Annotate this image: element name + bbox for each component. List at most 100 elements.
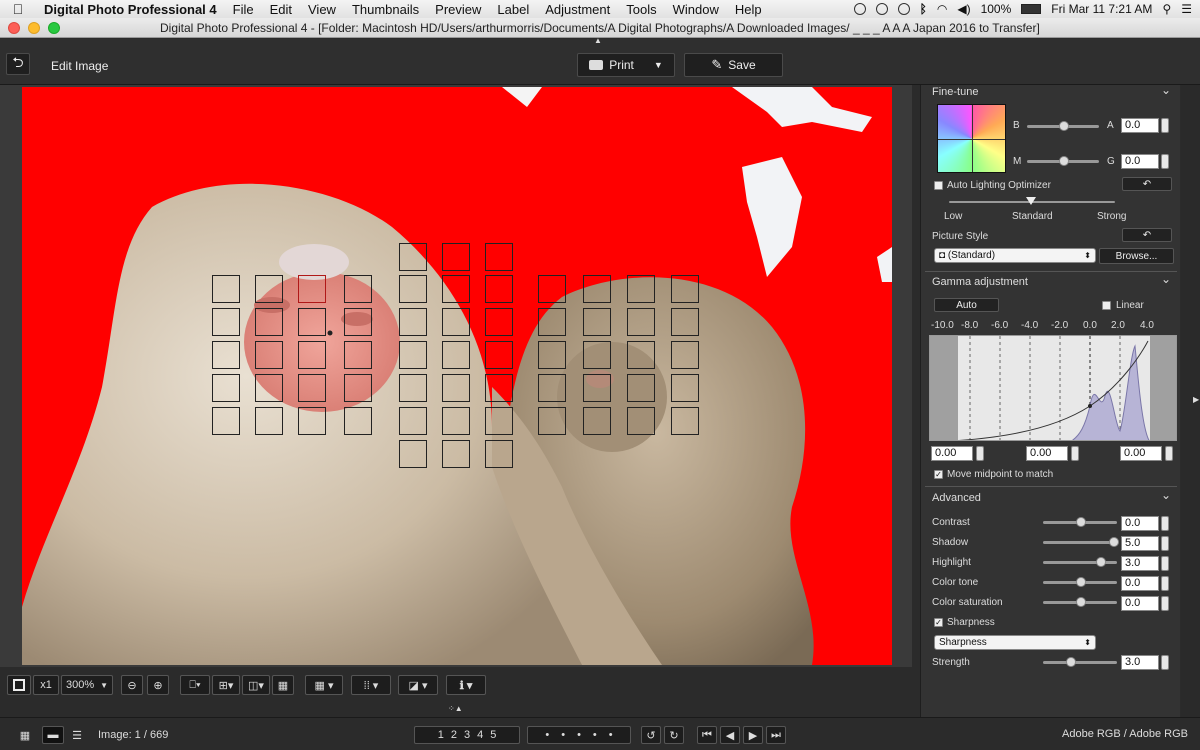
check-mark-4-button[interactable]: • — [593, 729, 597, 741]
split-view-button[interactable]: ◫▾ — [242, 675, 270, 695]
strength-value-field[interactable]: 3.0 — [1121, 655, 1159, 670]
advanced-row-value-field[interactable]: 0.0 — [1121, 596, 1159, 611]
mg-value-field[interactable]: 0.0 — [1121, 154, 1159, 169]
alo-level-marker[interactable] — [1026, 197, 1036, 205]
creative-cloud-icon[interactable] — [853, 3, 866, 15]
preview-image[interactable] — [22, 87, 892, 665]
menu-tools[interactable]: Tools — [618, 2, 664, 17]
menu-app-name[interactable]: Digital Photo Professional 4 — [36, 2, 225, 17]
time-machine-icon[interactable] — [897, 3, 910, 15]
advanced-row-slider-knob[interactable] — [1076, 577, 1086, 587]
expand-panel-icon[interactable]: ▶ — [1193, 395, 1199, 404]
advanced-row-value-field[interactable]: 5.0 — [1121, 536, 1159, 551]
color-wheel[interactable] — [937, 104, 1006, 173]
rating-2-button[interactable]: 2 — [451, 729, 457, 741]
white-point-stepper[interactable] — [1165, 446, 1173, 461]
collapse-filmstrip-icon[interactable]: ⁘▲ — [448, 704, 463, 713]
advanced-row-slider-knob[interactable] — [1109, 537, 1119, 547]
advanced-row-value-field[interactable]: 0.0 — [1121, 576, 1159, 591]
grid-layout-button[interactable]: ▦ — [13, 726, 37, 744]
check-mark-2-button[interactable]: • — [561, 729, 565, 741]
highlight-warning-button[interactable]: ◪ ▾ — [398, 675, 438, 695]
advanced-row-stepper[interactable] — [1161, 516, 1169, 531]
zoom-out-button[interactable]: ⊖ — [121, 675, 143, 695]
rating-3-button[interactable]: 3 — [464, 729, 470, 741]
advanced-row-value-field[interactable]: 3.0 — [1121, 556, 1159, 571]
ba-slider-knob[interactable] — [1059, 121, 1069, 131]
black-point-field[interactable]: 0.00 — [931, 446, 973, 461]
midpoint-field[interactable]: 0.00 — [1026, 446, 1068, 461]
white-point-field[interactable]: 0.00 — [1120, 446, 1162, 461]
sync-icon[interactable] — [875, 3, 888, 15]
list-layout-button[interactable]: ☰ — [66, 726, 88, 744]
image-canvas[interactable] — [0, 85, 912, 667]
move-midpoint-checkbox[interactable]: ✓ — [934, 470, 943, 479]
minimize-window-button[interactable] — [28, 22, 40, 34]
notification-center-icon[interactable]: ☰ — [1181, 2, 1192, 16]
advanced-row-stepper[interactable] — [1161, 556, 1169, 571]
collapse-toolbar-icon[interactable]: ▲ — [594, 36, 602, 45]
midpoint-stepper[interactable] — [1071, 446, 1079, 461]
zoom-in-button[interactable]: ⊕ — [147, 675, 169, 695]
sync-view-button[interactable]: ▦ — [272, 675, 294, 695]
panel-scrollbar[interactable]: ▶ — [1181, 85, 1200, 717]
advanced-row-slider-knob[interactable] — [1076, 517, 1086, 527]
close-window-button[interactable] — [8, 22, 20, 34]
first-image-button[interactable]: ⏮ — [697, 726, 717, 744]
apple-menu-icon[interactable]:  — [0, 1, 36, 17]
sharpness-checkbox[interactable]: ✓ — [934, 618, 943, 627]
print-button[interactable]: Print ▼ — [577, 53, 675, 77]
spotlight-search-icon[interactable]: ⚲ — [1162, 2, 1171, 16]
single-view-button[interactable]: ⎕▾ — [180, 675, 210, 695]
zoom-level-select[interactable]: 300% ▼ — [61, 675, 113, 695]
advanced-row-slider-track[interactable] — [1043, 541, 1117, 544]
advanced-row-stepper[interactable] — [1161, 536, 1169, 551]
menu-edit[interactable]: Edit — [262, 2, 300, 17]
compare-view-button[interactable]: ⊞▾ — [212, 675, 240, 695]
rotate-left-button[interactable]: ↺ — [641, 726, 661, 744]
advanced-row-slider-knob[interactable] — [1095, 557, 1106, 567]
menu-label[interactable]: Label — [489, 2, 537, 17]
info-button[interactable]: ℹ ▾ — [446, 675, 486, 695]
fit-to-window-button[interactable] — [7, 675, 31, 695]
advanced-row-value-field[interactable]: 0.0 — [1121, 516, 1159, 531]
back-button[interactable]: ⮌ — [6, 53, 30, 75]
advanced-row-stepper[interactable] — [1161, 576, 1169, 591]
rotate-right-button[interactable]: ↻ — [664, 726, 684, 744]
browse-button[interactable]: Browse... — [1099, 248, 1174, 264]
chevron-down-icon[interactable]: ⌄ — [1161, 488, 1171, 502]
grid-overlay-button[interactable]: ▦ ▾ — [305, 675, 343, 695]
chevron-down-icon[interactable]: ▼ — [654, 60, 663, 70]
auto-lighting-optimizer-checkbox[interactable] — [934, 181, 943, 190]
check-mark-1-button[interactable]: • — [545, 729, 549, 741]
save-button[interactable]: ✎ Save — [684, 53, 783, 77]
linear-checkbox[interactable] — [1102, 301, 1111, 310]
rating-5-button[interactable]: 5 — [490, 729, 496, 741]
battery-icon[interactable] — [1021, 4, 1042, 14]
black-point-stepper[interactable] — [976, 446, 984, 461]
rating-4-button[interactable]: 4 — [477, 729, 483, 741]
gamma-histogram[interactable] — [929, 335, 1177, 441]
clock[interactable]: Fri Mar 11 7:21 AM — [1051, 2, 1152, 16]
zoom-window-button[interactable] — [48, 22, 60, 34]
menu-adjustment[interactable]: Adjustment — [537, 2, 618, 17]
menu-help[interactable]: Help — [727, 2, 770, 17]
sharpness-mode-select[interactable]: Sharpness ⬍ — [934, 635, 1096, 650]
check-mark-3-button[interactable]: • — [577, 729, 581, 741]
strength-slider-knob[interactable] — [1066, 657, 1077, 667]
zoom-x1-button[interactable]: x1 — [33, 675, 59, 695]
picture-style-reset-button[interactable]: ↶ — [1122, 228, 1172, 242]
menu-window[interactable]: Window — [665, 2, 727, 17]
advanced-row-stepper[interactable] — [1161, 596, 1169, 611]
menu-file[interactable]: File — [225, 2, 262, 17]
alo-reset-button[interactable]: ↶ — [1122, 177, 1172, 191]
ba-value-field[interactable]: 0.0 — [1121, 118, 1159, 133]
next-image-button[interactable]: ▶ — [743, 726, 763, 744]
check-mark-5-button[interactable]: • — [609, 729, 613, 741]
advanced-row-slider-knob[interactable] — [1076, 597, 1086, 607]
single-layout-button[interactable]: ▬ — [42, 726, 64, 744]
menu-view[interactable]: View — [300, 2, 344, 17]
mg-slider-knob[interactable] — [1059, 156, 1069, 166]
mg-stepper[interactable] — [1161, 154, 1169, 169]
wifi-icon[interactable]: ◠ — [937, 2, 947, 16]
